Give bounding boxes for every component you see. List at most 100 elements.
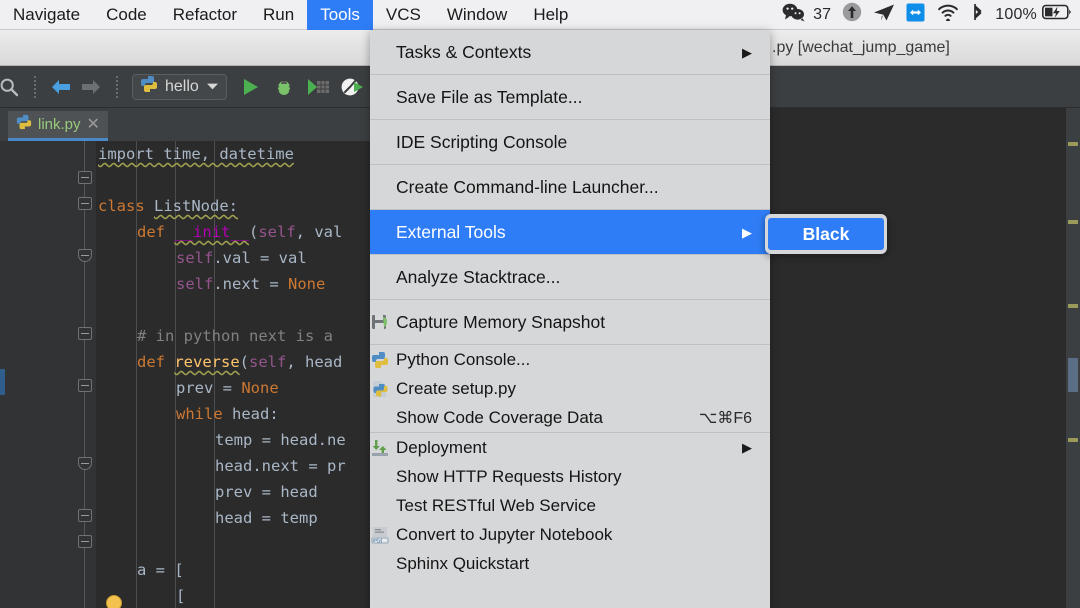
editor-scrollbar[interactable] bbox=[1066, 108, 1080, 608]
menu-item-test-restful-web-service[interactable]: Test RESTful Web Service bbox=[370, 491, 770, 520]
menu-bar-item-code[interactable]: Code bbox=[93, 0, 160, 30]
menu-bar-status-area: 37 100% bbox=[782, 0, 1080, 30]
code-token: self bbox=[258, 223, 296, 241]
back-arrow-icon[interactable] bbox=[46, 72, 76, 102]
code-token: head: bbox=[232, 405, 279, 423]
menu-bar-item-refactor[interactable]: Refactor bbox=[160, 0, 250, 30]
fold-toggle-icon[interactable] bbox=[78, 197, 92, 210]
menu-item-deployment[interactable]: Deployment ▶ bbox=[370, 433, 770, 462]
menu-item-show-code-coverage-data[interactable]: Show Code Coverage Data ⌥⌘F6 bbox=[370, 403, 770, 432]
menu-item-tasks-contexts[interactable]: Tasks & Contexts ▶ bbox=[370, 30, 770, 74]
wifi-status-item[interactable] bbox=[936, 3, 960, 26]
python-config-icon bbox=[140, 75, 158, 98]
teamviewer-status-item[interactable] bbox=[906, 3, 925, 27]
external-tools-submenu[interactable]: Black bbox=[765, 214, 887, 254]
deployment-icon bbox=[370, 438, 390, 458]
code-token: head.next = pr bbox=[215, 457, 346, 475]
screen: Navigate Code Refactor Run Tools VCS Window Hel… bbox=[0, 0, 1080, 608]
wifi-icon bbox=[936, 3, 960, 26]
code-line: def reverse(self, head bbox=[137, 353, 342, 371]
scrollbar-marker bbox=[1068, 142, 1078, 146]
menu-item-shortcut: ⌥⌘F6 bbox=[698, 409, 752, 427]
code-token: ListNode: bbox=[154, 197, 238, 215]
fold-toggle-icon[interactable] bbox=[78, 171, 92, 184]
menu-item-label: Python Console... bbox=[396, 349, 531, 369]
code-token: ( bbox=[248, 223, 259, 241]
menu-item-label: Save File as Template... bbox=[396, 86, 583, 107]
bluetooth-status-item[interactable] bbox=[971, 2, 984, 27]
battery-status-item[interactable]: 100% bbox=[995, 4, 1072, 25]
menu-bar-item-run[interactable]: Run bbox=[250, 0, 307, 30]
menu-bar-item-tools[interactable]: Tools bbox=[307, 0, 373, 30]
menu-item-label: Sphinx Quickstart bbox=[396, 553, 530, 573]
arrow-up-status-item[interactable] bbox=[842, 2, 862, 27]
intention-bulb-icon[interactable] bbox=[106, 595, 122, 608]
code-line: self.val = val bbox=[176, 249, 307, 267]
toolbar-separator-2 bbox=[116, 75, 118, 98]
code-token: .val = val bbox=[213, 249, 307, 267]
forward-arrow-icon[interactable] bbox=[76, 72, 106, 102]
menu-item-external-tools[interactable]: External Tools ▶ bbox=[370, 210, 770, 254]
fold-toggle-icon[interactable] bbox=[78, 379, 92, 392]
code-token: , head bbox=[286, 353, 343, 371]
menu-item-capture-memory-snapshot[interactable]: Capture Memory Snapshot bbox=[370, 300, 770, 344]
code-token: class bbox=[98, 197, 154, 215]
menu-item-convert-to-jupyter-notebook[interactable]: IP[y] Convert to Jupyter Notebook bbox=[370, 520, 770, 549]
toolbar-separator-1 bbox=[34, 75, 36, 98]
scrollbar-thumb[interactable] bbox=[1068, 358, 1078, 392]
menu-item-label: Show Code Coverage Data bbox=[396, 407, 603, 427]
menu-item-ide-scripting-console[interactable]: IDE Scripting Console bbox=[370, 120, 770, 164]
gutter-marker bbox=[0, 369, 5, 395]
menu-bar-item-window[interactable]: Window bbox=[434, 0, 520, 30]
wechat-status-item[interactable]: 37 bbox=[782, 3, 831, 27]
menu-bar-item-vcs[interactable]: VCS bbox=[373, 0, 434, 30]
python-icon bbox=[370, 350, 390, 370]
coverage-icon[interactable] bbox=[303, 72, 333, 102]
scrollbar-marker bbox=[1068, 220, 1078, 224]
code-token: def bbox=[137, 353, 175, 371]
svg-text:IP[y]: IP[y] bbox=[373, 538, 382, 543]
editor-tab-link-py[interactable]: link.py ✕ bbox=[8, 111, 108, 141]
telegram-status-item[interactable] bbox=[873, 3, 895, 27]
fold-toggle-icon[interactable] bbox=[78, 509, 92, 522]
menu-item-save-file-as-template[interactable]: Save File as Template... bbox=[370, 75, 770, 119]
wechat-unread-count: 37 bbox=[813, 5, 832, 23]
menu-item-sphinx-quickstart[interactable]: Sphinx Quickstart bbox=[370, 549, 770, 578]
menu-item-create-command-line-launcher[interactable]: Create Command-line Launcher... bbox=[370, 165, 770, 209]
run-configuration-selector[interactable]: hello bbox=[132, 73, 227, 100]
chevron-down-icon[interactable] bbox=[206, 78, 219, 96]
menu-item-label: IDE Scripting Console bbox=[396, 131, 568, 152]
profile-icon[interactable] bbox=[337, 72, 367, 102]
submenu-item-black[interactable]: Black bbox=[768, 218, 884, 250]
menu-item-analyze-stacktrace[interactable]: Analyze Stacktrace... bbox=[370, 255, 770, 299]
editor-tab-label: link.py bbox=[38, 116, 81, 133]
floppy-disk-icon bbox=[370, 312, 390, 332]
fold-toggle-icon[interactable] bbox=[78, 327, 92, 340]
menu-item-label: Create Command-line Launcher... bbox=[396, 176, 659, 197]
menu-item-python-console[interactable]: Python Console... bbox=[370, 345, 770, 374]
code-line: prev = head bbox=[215, 483, 318, 501]
paper-plane-icon bbox=[873, 3, 895, 27]
code-token: while bbox=[176, 405, 232, 423]
fold-toggle-icon[interactable] bbox=[78, 535, 92, 548]
debug-bug-icon[interactable] bbox=[269, 72, 299, 102]
python-file-icon bbox=[16, 114, 32, 135]
code-token: self bbox=[176, 275, 214, 293]
menu-bar-item-help[interactable]: Help bbox=[520, 0, 581, 30]
menu-item-label: Show HTTP Requests History bbox=[396, 466, 622, 486]
close-icon[interactable]: ✕ bbox=[87, 116, 100, 133]
run-configuration-label: hello bbox=[165, 77, 199, 95]
submenu-arrow-icon: ▶ bbox=[742, 440, 752, 455]
code-token: # in python next is a bbox=[137, 327, 333, 345]
menu-item-show-http-requests-history[interactable]: Show HTTP Requests History bbox=[370, 462, 770, 491]
search-icon[interactable] bbox=[0, 72, 24, 102]
code-line: import time, datetime bbox=[98, 145, 294, 163]
run-triangle-icon[interactable] bbox=[235, 72, 265, 102]
menu-item-label: Test RESTful Web Service bbox=[396, 495, 596, 515]
menu-item-create-setup-py[interactable]: Create setup.py bbox=[370, 374, 770, 403]
tools-dropdown-menu[interactable]: Tasks & Contexts ▶ Save File as Template..… bbox=[370, 30, 770, 608]
menu-bar-item-navigate[interactable]: Navigate bbox=[0, 0, 93, 30]
code-token: None bbox=[287, 275, 326, 293]
code-token: .next = bbox=[213, 275, 288, 293]
submenu-arrow-icon: ▶ bbox=[742, 224, 752, 240]
